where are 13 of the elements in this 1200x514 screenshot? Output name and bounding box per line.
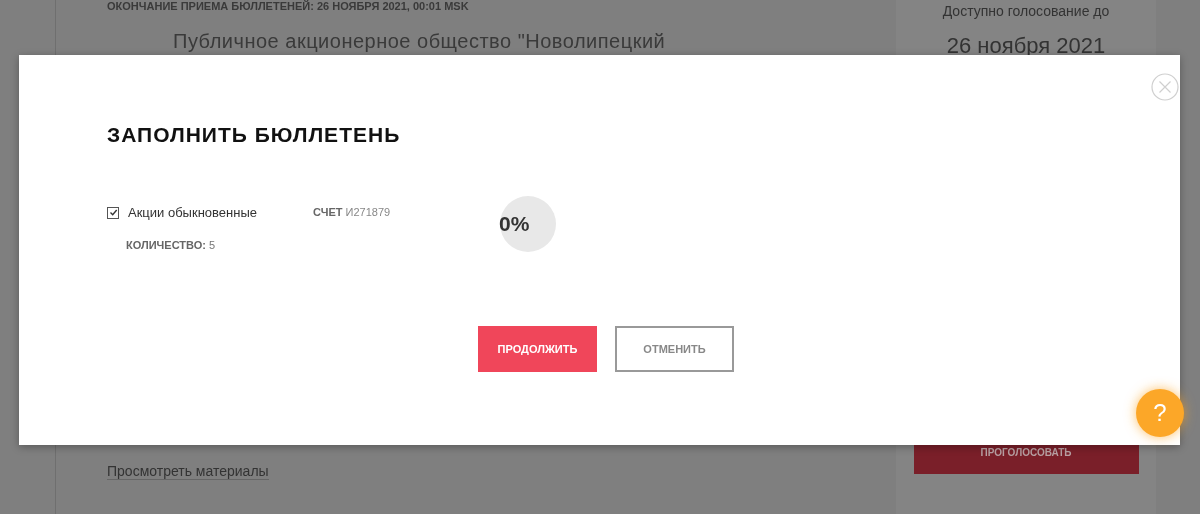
deadline-text: ОКОНЧАНИЕ ПРИЕМА БЮЛЛЕТЕНЕЙ: 26 НОЯБРЯ 2021, 00:01 MSK <box>107 0 470 12</box>
cancel-button[interactable]: ОТМЕНИТЬ <box>615 326 734 372</box>
checkbox[interactable] <box>107 206 119 219</box>
quantity-text: КОЛИЧЕСТВО: 5 <box>126 239 217 251</box>
share-type: Акции обыкновенные <box>128 205 257 220</box>
materials-link[interactable]: Просмотреть материалы <box>107 463 269 480</box>
account-text: СЧЕТ И271879 <box>313 205 392 220</box>
modal-title: ЗАПОЛНИТЬ БЮЛЛЕТЕНЬ <box>107 123 402 147</box>
progress-circle: 0% <box>500 196 556 252</box>
vote-date: 26 ноября 2021 <box>946 33 1106 59</box>
continue-button[interactable]: ПРОДОЛЖИТЬ <box>478 326 597 372</box>
vote-caption: Доступно голосование до <box>942 3 1110 19</box>
issuer-name: Публичное акционерное общество "Новолипецкий <box>173 30 667 53</box>
